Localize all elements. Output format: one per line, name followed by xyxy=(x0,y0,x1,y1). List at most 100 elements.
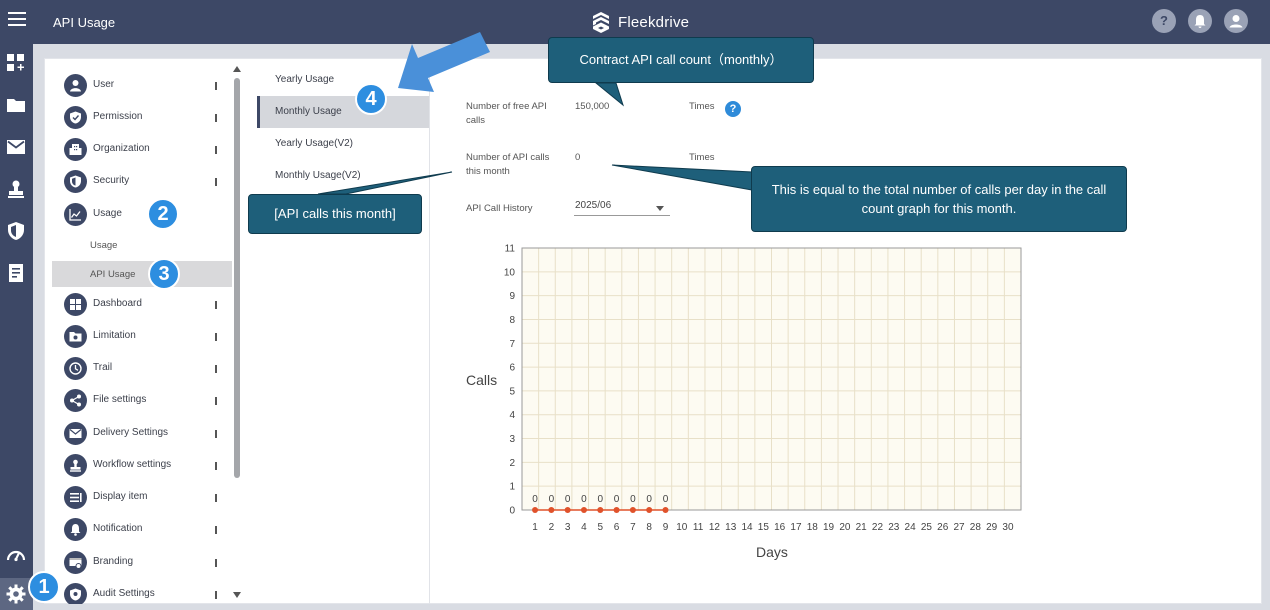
month-callout: [API calls this month] xyxy=(248,194,422,234)
brand-logo: Fleekdrive xyxy=(590,10,689,34)
tab-monthly-usage[interactable]: Monthly Usage xyxy=(257,96,429,128)
menu-item-label: Trail xyxy=(93,362,113,373)
user-avatar-icon[interactable] xyxy=(1224,9,1248,33)
menu-item-permission[interactable]: Permission xyxy=(52,102,232,132)
brand-name: Fleekdrive xyxy=(618,13,690,31)
folder-icon[interactable] xyxy=(6,95,26,115)
tab-label: Monthly Usage(V2) xyxy=(275,170,361,181)
app-rail xyxy=(0,44,33,610)
expand-indicator xyxy=(215,114,217,122)
menu-item-label: Limitation xyxy=(93,330,136,341)
history-month-select[interactable]: 2025/06 xyxy=(574,198,670,216)
document-icon[interactable] xyxy=(6,263,26,283)
settings-menu: User Permission Organization Security Us… xyxy=(52,64,232,604)
menu-item-label: Audit Settings xyxy=(93,588,155,599)
mail-icon[interactable] xyxy=(6,137,26,157)
menu-item-user[interactable]: User xyxy=(52,70,232,100)
submenu-item-label: Usage xyxy=(90,240,118,251)
stamp-icon xyxy=(64,454,87,477)
expand-indicator xyxy=(215,82,217,90)
scroll-down-icon[interactable] xyxy=(233,592,241,598)
security-shield-icon xyxy=(64,170,87,193)
menu-item-security[interactable]: Security xyxy=(52,166,232,196)
tab-label: Yearly Usage xyxy=(275,74,335,85)
step-badge-4: 4 xyxy=(355,83,387,115)
menu-item-label: Workflow settings xyxy=(93,459,172,470)
menu-item-trail[interactable]: Trail xyxy=(52,353,232,383)
x-axis-title: Days xyxy=(756,544,788,560)
speedometer-icon[interactable] xyxy=(6,546,26,566)
menu-item-label: Permission xyxy=(93,111,143,122)
menu-item-label: File settings xyxy=(93,394,147,405)
clock-icon xyxy=(64,357,87,380)
expand-indicator xyxy=(215,559,217,567)
menu-item-workflow-settings[interactable]: Workflow settings xyxy=(52,450,232,480)
equal-callout: This is equal to the total number of cal… xyxy=(751,166,1127,232)
mail-icon xyxy=(64,422,87,445)
menu-item-audit-settings[interactable]: Audit Settings xyxy=(52,579,232,604)
tab-label: Yearly Usage(V2) xyxy=(275,138,354,149)
expand-indicator xyxy=(215,146,217,154)
submenu-item-label: API Usage xyxy=(90,269,136,280)
help-icon[interactable]: ? xyxy=(725,101,741,117)
usage-tabs: Yearly Usage Monthly Usage Yearly Usage(… xyxy=(257,64,430,604)
tab-monthly-usage-v2[interactable]: Monthly Usage(V2) xyxy=(257,160,429,192)
expand-indicator xyxy=(215,462,217,470)
grid-icon xyxy=(64,293,87,316)
scrollbar-thumb[interactable] xyxy=(234,78,240,478)
user-icon xyxy=(64,74,87,97)
expand-indicator xyxy=(215,494,217,502)
building-icon xyxy=(64,138,87,161)
menu-item-usage[interactable]: Usage xyxy=(52,199,232,229)
expand-indicator xyxy=(215,591,217,599)
menu-item-dashboard[interactable]: Dashboard xyxy=(52,289,232,319)
month-calls-unit: Times xyxy=(689,152,715,163)
menu-item-label: Usage xyxy=(93,208,122,219)
gear-icon[interactable] xyxy=(6,584,26,604)
menu-item-file-settings[interactable]: File settings xyxy=(52,385,232,415)
expand-indicator xyxy=(215,365,217,373)
tab-yearly-usage-v2[interactable]: Yearly Usage(V2) xyxy=(257,128,429,160)
help-icon[interactable]: ? xyxy=(1152,9,1176,33)
dashboard-add-icon[interactable] xyxy=(6,53,26,73)
month-calls-value: 0 xyxy=(575,152,581,163)
contract-callout: Contract API call count（monthly） xyxy=(548,37,814,83)
menu-item-branding[interactable]: Branding xyxy=(52,547,232,577)
stamp-icon[interactable] xyxy=(6,179,26,199)
tab-label: Monthly Usage xyxy=(275,106,342,117)
menu-item-delivery-settings[interactable]: Delivery Settings xyxy=(52,418,232,448)
bell-icon[interactable] xyxy=(1188,9,1212,33)
menu-item-display-item[interactable]: Display item xyxy=(52,482,232,512)
menu-scrollbar[interactable] xyxy=(232,64,242,604)
share-icon xyxy=(64,389,87,412)
free-calls-value: 150,000 xyxy=(575,101,610,112)
free-calls-label: Number of free API calls xyxy=(466,101,547,126)
expand-indicator xyxy=(215,526,217,534)
shield-icon[interactable] xyxy=(6,221,26,241)
menu-item-limitation[interactable]: Limitation xyxy=(52,321,232,351)
expand-indicator xyxy=(215,178,217,186)
history-month-value: 2025/06 xyxy=(575,200,612,211)
menu-item-label: Security xyxy=(93,175,130,186)
menu-item-label: Display item xyxy=(93,491,148,502)
step-badge-1: 1 xyxy=(28,571,60,603)
menu-item-label: User xyxy=(93,79,115,90)
brand-icon xyxy=(64,551,87,574)
menu-item-label: Organization xyxy=(93,143,150,154)
submenu-item-api-usage[interactable]: API Usage xyxy=(52,261,232,287)
scroll-up-icon[interactable] xyxy=(233,66,241,72)
history-label: API Call History xyxy=(466,203,533,214)
hamburger-menu-icon[interactable] xyxy=(8,12,26,32)
menu-item-label: Delivery Settings xyxy=(93,427,169,438)
menu-item-organization[interactable]: Organization xyxy=(52,134,232,164)
expand-indicator xyxy=(215,301,217,309)
audit-icon xyxy=(64,583,87,604)
menu-item-notification[interactable]: Notification xyxy=(52,514,232,544)
shield-check-icon xyxy=(64,106,87,129)
bell-icon xyxy=(64,518,87,541)
submenu-item-usage[interactable]: Usage xyxy=(52,232,232,258)
step-badge-2: 2 xyxy=(147,198,179,230)
free-calls-unit: Times xyxy=(689,101,715,112)
tab-yearly-usage[interactable]: Yearly Usage xyxy=(257,64,429,96)
menu-item-label: Branding xyxy=(93,556,134,567)
